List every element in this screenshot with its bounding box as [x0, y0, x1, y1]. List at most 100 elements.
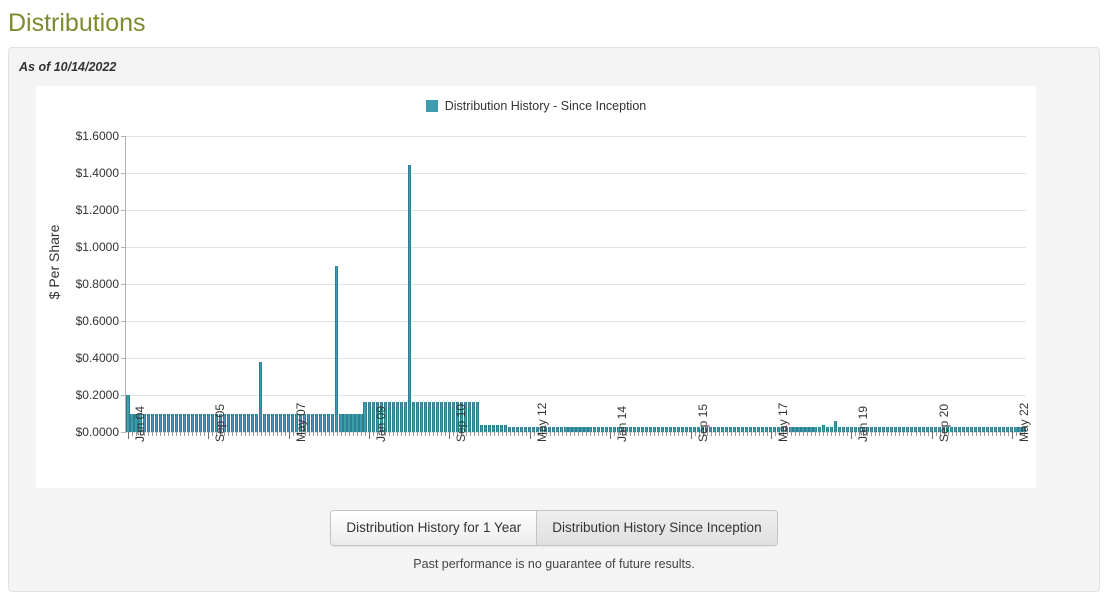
x-minor-tick [823, 432, 825, 436]
x-minor-tick [200, 432, 202, 436]
x-minor-tick [803, 432, 804, 436]
x-minor-tick [919, 432, 921, 436]
x-minor-tick [228, 432, 230, 436]
x-minor-tick [164, 432, 166, 436]
x-minor-tick [348, 432, 350, 436]
x-minor-tick [638, 432, 640, 436]
bar [182, 413, 186, 432]
x-major-tick [931, 432, 933, 439]
x-minor-tick [336, 432, 338, 436]
bar [250, 413, 255, 432]
x-minor-tick [714, 432, 716, 436]
x-minor-tick [180, 432, 182, 436]
x-minor-tick [726, 432, 728, 436]
x-minor-tick [188, 432, 190, 436]
x-minor-tick [509, 432, 511, 436]
x-tick-label: Jan 09 [374, 405, 389, 442]
x-major-tick [369, 432, 371, 439]
x-minor-tick [252, 432, 254, 436]
x-minor-tick [417, 432, 419, 436]
x-minor-tick [734, 432, 736, 436]
bar [234, 413, 239, 432]
x-minor-tick [340, 432, 342, 436]
bar [439, 402, 443, 432]
x-minor-tick [586, 432, 588, 436]
bar [431, 402, 435, 432]
x-minor-tick [152, 432, 154, 436]
bar [154, 413, 158, 432]
distribution-history-1-year-button[interactable]: Distribution History for 1 Year [331, 511, 537, 545]
bar [407, 164, 411, 432]
x-minor-tick [654, 432, 656, 436]
chart-legend: Distribution History - Since Inception [36, 99, 1036, 113]
x-minor-tick [280, 432, 282, 436]
x-minor-tick [835, 432, 837, 436]
x-minor-tick [473, 432, 475, 436]
x-minor-tick [730, 432, 732, 436]
x-minor-tick [525, 432, 527, 436]
x-major-tick [770, 432, 772, 439]
x-minor-tick [361, 432, 363, 436]
x-minor-tick [248, 432, 250, 436]
bar [471, 402, 476, 432]
x-minor-tick [887, 432, 889, 436]
bar [395, 402, 399, 432]
x-minor-tick [501, 432, 503, 436]
x-minor-tick [883, 432, 885, 436]
y-tick-mark [121, 432, 126, 433]
distribution-history-since-inception-button[interactable]: Distribution History Since Inception [536, 511, 777, 545]
x-minor-tick [738, 432, 740, 436]
x-minor-tick [686, 432, 688, 436]
x-minor-tick [927, 432, 929, 436]
bar [467, 402, 472, 432]
x-minor-tick [260, 432, 262, 436]
x-minor-tick [204, 432, 206, 436]
bar [363, 402, 367, 432]
bar [500, 424, 504, 432]
bar [267, 413, 271, 432]
x-minor-tick [489, 432, 491, 436]
x-minor-tick [967, 432, 969, 436]
x-major-tick [208, 432, 210, 439]
bar [492, 424, 496, 432]
x-minor-tick [433, 432, 435, 436]
x-major-tick [690, 432, 692, 439]
x-minor-tick [634, 432, 636, 436]
x-tick-label: Sep 20 [936, 403, 951, 442]
bar [230, 413, 235, 432]
x-minor-tick [557, 432, 559, 436]
bar [198, 413, 202, 432]
disclaimer-text: Past performance is no guarantee of futu… [413, 557, 695, 571]
x-minor-tick [790, 432, 792, 436]
bar [206, 413, 210, 432]
x-minor-tick [573, 432, 575, 436]
bar [170, 413, 174, 432]
bar [504, 424, 508, 432]
x-minor-tick [646, 432, 648, 436]
bar [315, 413, 319, 432]
bar [355, 413, 359, 432]
x-minor-tick [794, 432, 796, 436]
legend-label: Distribution History - Since Inception [444, 99, 647, 113]
bar [347, 413, 351, 432]
x-minor-tick [148, 432, 150, 436]
page-title: Distributions [8, 9, 146, 37]
bar [287, 413, 291, 432]
x-minor-tick [332, 432, 334, 436]
x-tick-label: Sep 10 [454, 403, 469, 442]
x-minor-tick [839, 432, 841, 436]
bar [399, 402, 403, 432]
bar [443, 402, 447, 432]
x-minor-tick [320, 432, 322, 436]
bar [283, 413, 287, 432]
x-minor-tick [357, 432, 359, 436]
x-minor-tick [630, 432, 632, 436]
x-minor-tick [1003, 432, 1005, 436]
bar [335, 266, 339, 432]
x-minor-tick [429, 432, 431, 436]
x-minor-tick [324, 432, 326, 436]
x-minor-tick [710, 432, 712, 436]
bar [411, 402, 415, 432]
x-minor-tick [979, 432, 981, 436]
bar [194, 413, 198, 432]
